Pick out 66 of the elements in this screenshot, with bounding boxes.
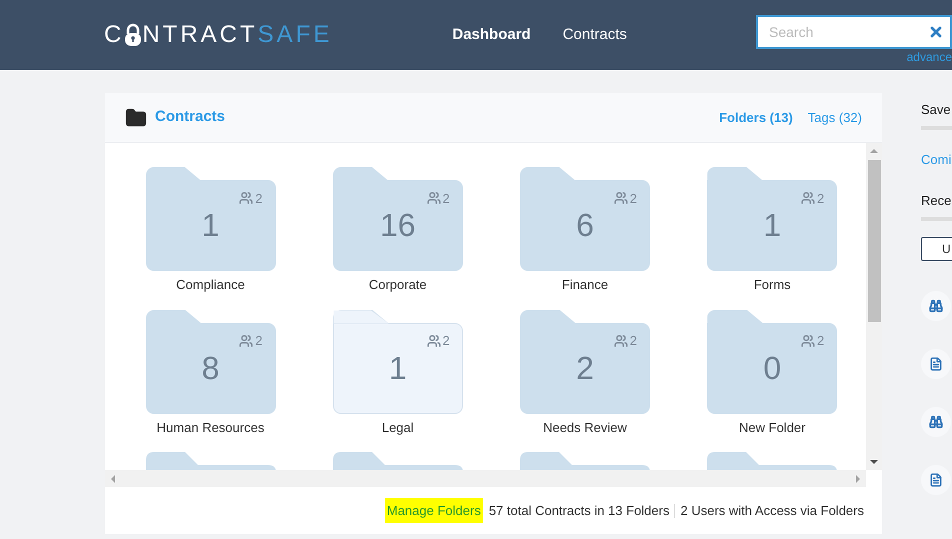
panel-title: Contracts (155, 107, 226, 128)
user-count: 2 (817, 192, 824, 204)
folder-icon[interactable] (707, 452, 838, 470)
panel-tab[interactable]: Folders (13) (719, 108, 793, 128)
contract-count: 0 (763, 352, 782, 384)
folder-name[interactable]: Compliance (176, 275, 245, 294)
users-icon (614, 191, 628, 205)
folder-name[interactable]: Legal (382, 418, 414, 437)
user-count: 2 (442, 192, 450, 204)
folder-name[interactable]: Needs Review (543, 418, 627, 437)
lock-icon (124, 23, 142, 47)
horizontal-scrollbar[interactable] (105, 470, 866, 487)
folder-icon[interactable] (332, 452, 463, 470)
scroll-right-icon[interactable] (856, 474, 860, 482)
binoculars-icon (929, 298, 943, 312)
binoculars-icon (929, 414, 943, 428)
users-icon (426, 191, 441, 205)
folder-icon (125, 106, 147, 128)
users-icon (801, 191, 816, 205)
close-icon[interactable] (928, 24, 944, 40)
users-icon (614, 334, 628, 348)
search-field[interactable]: Search (756, 15, 952, 49)
scroll-up-icon[interactable] (870, 149, 878, 153)
folder-icon[interactable] (520, 452, 650, 470)
user-count: 2 (630, 192, 637, 204)
user-count: 2 (255, 192, 262, 204)
folder-name[interactable]: Human Resources (156, 418, 264, 437)
sidebar-button[interactable]: U (921, 236, 952, 260)
panel-tab[interactable]: Tags (32) (808, 108, 862, 128)
scroll-left-icon[interactable] (111, 474, 115, 482)
folder-icon[interactable] (146, 452, 276, 470)
saved-heading: Save (921, 101, 952, 119)
contract-count: 1 (202, 209, 220, 241)
folder-name[interactable]: New Folder (739, 418, 806, 437)
manage-folders-link[interactable]: Manage Folders (384, 498, 483, 524)
user-count: 2 (630, 334, 637, 347)
document-icon (929, 356, 943, 370)
contract-count: 8 (202, 352, 220, 384)
sidebar-link[interactable]: Comi (921, 150, 952, 169)
advanced-search-link[interactable]: advance (906, 51, 952, 63)
user-count: 2 (442, 334, 450, 347)
contract-count: 1 (763, 209, 782, 241)
folder-name[interactable]: Corporate (368, 275, 427, 294)
contract-count: 1 (388, 352, 407, 384)
totals-text: 57 total Contracts in 13 Folders (488, 502, 670, 520)
users-icon (426, 334, 441, 348)
document-icon (929, 472, 943, 486)
scroll-down-icon[interactable] (870, 460, 878, 464)
folder-name[interactable]: Forms (754, 275, 791, 294)
user-count: 2 (255, 334, 262, 347)
users-icon (239, 191, 254, 205)
access-text: 2 Users with Access via Folders (680, 502, 864, 520)
contract-count: 16 (380, 209, 416, 241)
nav-link[interactable]: Dashboard (452, 24, 531, 46)
folder-name[interactable]: Finance (562, 275, 608, 294)
recent-heading: Rece (921, 192, 952, 210)
folder-tab (332, 310, 389, 324)
users-icon (801, 334, 816, 348)
search-input[interactable]: Search (769, 22, 928, 42)
nav-link[interactable]: Contracts (562, 24, 627, 46)
contract-count: 2 (576, 352, 594, 384)
user-count: 2 (817, 334, 824, 347)
vertical-scrollbar[interactable] (866, 143, 882, 470)
contract-count: 6 (576, 209, 594, 241)
logo[interactable]: C NTRACTSAFE (104, 23, 332, 47)
users-icon (239, 334, 254, 348)
